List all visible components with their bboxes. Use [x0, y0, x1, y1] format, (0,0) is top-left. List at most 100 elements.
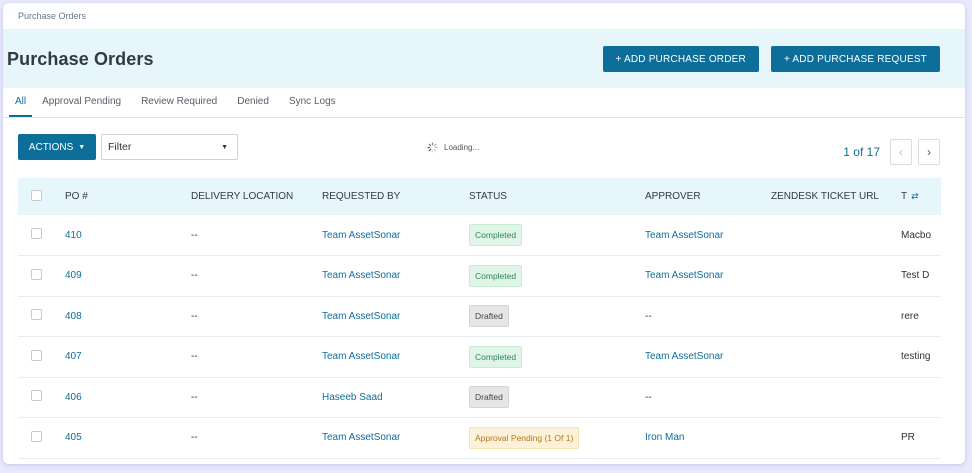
breadcrumb-bar: Purchase Orders — [3, 3, 965, 30]
approver: Iron Man — [645, 418, 771, 459]
header-actions: + ADD PURCHASE ORDER + ADD PURCHASE REQU… — [602, 46, 940, 72]
requested-by: Team AssetSonar — [322, 215, 469, 256]
requested-by-link[interactable]: Team AssetSonar — [322, 351, 400, 362]
table-row[interactable]: 406 -- Haseeb Saad Drafted -- — [18, 377, 941, 418]
breadcrumb[interactable]: Purchase Orders — [18, 11, 86, 21]
po-number[interactable]: 409 — [65, 256, 191, 297]
table-row[interactable]: 405 -- Team AssetSonar Approval Pending … — [18, 418, 941, 459]
status-badge: Completed — [469, 345, 523, 368]
loading-indicator: Loading... — [427, 142, 479, 153]
column-settings-icon[interactable]: ⇄ — [911, 191, 919, 201]
column-header-delivery-location[interactable]: DELIVERY LOCATION — [191, 178, 322, 215]
table-body: 410 -- Team AssetSonar Completed Team As… — [18, 215, 941, 458]
add-purchase-order-button[interactable]: + ADD PURCHASE ORDER — [602, 46, 759, 72]
add-purchase-request-button[interactable]: + ADD PURCHASE REQUEST — [770, 46, 940, 72]
tab-all[interactable]: All — [9, 87, 33, 117]
status-badge: Completed — [469, 264, 523, 287]
status-cell: Completed — [469, 337, 645, 378]
zendesk-ticket-url — [771, 337, 901, 378]
tab-approval-pending[interactable]: Approval Pending — [32, 87, 131, 117]
po-number-link[interactable]: 407 — [65, 351, 82, 362]
requested-by: Team AssetSonar — [322, 256, 469, 297]
row-checkbox-cell — [18, 418, 65, 459]
approver-link[interactable]: Team AssetSonar — [645, 230, 723, 241]
approver-link[interactable]: Team AssetSonar — [645, 270, 723, 281]
table-header-row: PO # DELIVERY LOCATION REQUESTED BY STAT… — [18, 178, 941, 215]
approver-link[interactable]: Iron Man — [645, 432, 684, 443]
prev-page-button[interactable]: ‹ — [890, 139, 912, 165]
column-header-requested-by[interactable]: REQUESTED BY — [322, 178, 469, 215]
table-row[interactable]: 407 -- Team AssetSonar Completed Team As… — [18, 337, 941, 378]
status-cell: Drafted — [469, 377, 645, 418]
row-checkbox[interactable] — [31, 430, 42, 442]
column-header-approver[interactable]: APPROVER — [645, 178, 771, 215]
page-header: Purchase Orders + ADD PURCHASE ORDER + A… — [3, 30, 965, 88]
column-header-zendesk-ticket-url[interactable]: ZENDESK TICKET URL — [771, 178, 901, 215]
po-number-link[interactable]: 408 — [65, 311, 82, 322]
requested-by: Team AssetSonar — [322, 418, 469, 459]
column-header-title[interactable]: T ⇄ — [901, 178, 941, 215]
po-number-link[interactable]: 406 — [65, 392, 82, 403]
row-checkbox-cell — [18, 337, 65, 378]
column-header-po[interactable]: PO # — [65, 178, 191, 215]
po-number-link[interactable]: 405 — [65, 432, 82, 443]
zendesk-ticket-url — [771, 418, 901, 459]
requested-by-link[interactable]: Team AssetSonar — [322, 230, 400, 241]
approver-link[interactable]: Team AssetSonar — [645, 351, 723, 362]
filter-value: Filter — [108, 141, 132, 153]
requested-by: Team AssetSonar — [322, 296, 469, 337]
po-number-link[interactable]: 410 — [65, 230, 82, 241]
po-number[interactable]: 406 — [65, 377, 191, 418]
tab-sync-logs[interactable]: Sync Logs — [279, 87, 346, 117]
row-checkbox-cell — [18, 256, 65, 297]
requested-by-link[interactable]: Team AssetSonar — [322, 432, 400, 443]
select-all-checkbox[interactable] — [31, 189, 42, 201]
zendesk-ticket-url — [771, 215, 901, 256]
caret-down-icon: ▼ — [221, 143, 228, 151]
requested-by: Team AssetSonar — [322, 337, 469, 378]
row-checkbox[interactable] — [31, 268, 42, 280]
zendesk-ticket-url — [771, 256, 901, 297]
po-number[interactable]: 410 — [65, 215, 191, 256]
delivery-location: -- — [191, 391, 198, 403]
row-checkbox[interactable] — [31, 390, 42, 402]
pagination: 1 of 17 ‹ › — [843, 139, 940, 165]
status-cell: Approval Pending (1 Of 1) — [469, 418, 645, 459]
tab-denied[interactable]: Denied — [227, 87, 279, 117]
delivery-location: -- — [191, 229, 198, 241]
row-checkbox[interactable] — [31, 349, 42, 361]
row-checkbox-cell — [18, 215, 65, 256]
app-frame: Purchase Orders Purchase Orders + ADD PU… — [3, 3, 965, 464]
actions-label: ACTIONS — [28, 141, 74, 153]
row-checkbox[interactable] — [31, 228, 42, 239]
po-number[interactable]: 408 — [65, 296, 191, 337]
approver: -- — [645, 310, 652, 322]
requested-by-link[interactable]: Team AssetSonar — [322, 270, 400, 281]
approver: Team AssetSonar — [645, 337, 771, 378]
delivery-location: -- — [191, 432, 198, 444]
po-number[interactable]: 405 — [65, 418, 191, 459]
status-badge: Drafted — [469, 305, 509, 328]
next-page-button[interactable]: › — [918, 139, 940, 165]
po-number[interactable]: 407 — [65, 337, 191, 378]
approver: Team AssetSonar — [645, 256, 771, 297]
actions-dropdown-button[interactable]: ACTIONS ▼ — [18, 134, 96, 160]
tab-review-required[interactable]: Review Required — [131, 87, 227, 117]
delivery-location: -- — [191, 351, 198, 363]
table-row[interactable]: 409 -- Team AssetSonar Completed Team As… — [18, 256, 941, 297]
chevron-right-icon: › — [927, 145, 931, 159]
purchase-orders-table-container[interactable]: PO # DELIVERY LOCATION REQUESTED BY STAT… — [18, 178, 941, 464]
status-cell: Completed — [469, 215, 645, 256]
po-number-link[interactable]: 409 — [65, 270, 82, 281]
status-badge: Drafted — [469, 386, 509, 409]
requested-by-link[interactable]: Haseeb Saad — [322, 392, 383, 403]
title-cell: PR — [901, 432, 915, 444]
column-header-status[interactable]: STATUS — [469, 178, 645, 215]
table-row[interactable]: 410 -- Team AssetSonar Completed Team As… — [18, 215, 941, 256]
select-all-cell — [18, 178, 65, 215]
row-checkbox[interactable] — [31, 309, 42, 321]
filter-select[interactable]: Filter ▼ — [101, 134, 238, 160]
requested-by-link[interactable]: Team AssetSonar — [322, 311, 400, 322]
title-cell: testing — [901, 351, 931, 363]
table-row[interactable]: 408 -- Team AssetSonar Drafted -- rere — [18, 296, 941, 337]
